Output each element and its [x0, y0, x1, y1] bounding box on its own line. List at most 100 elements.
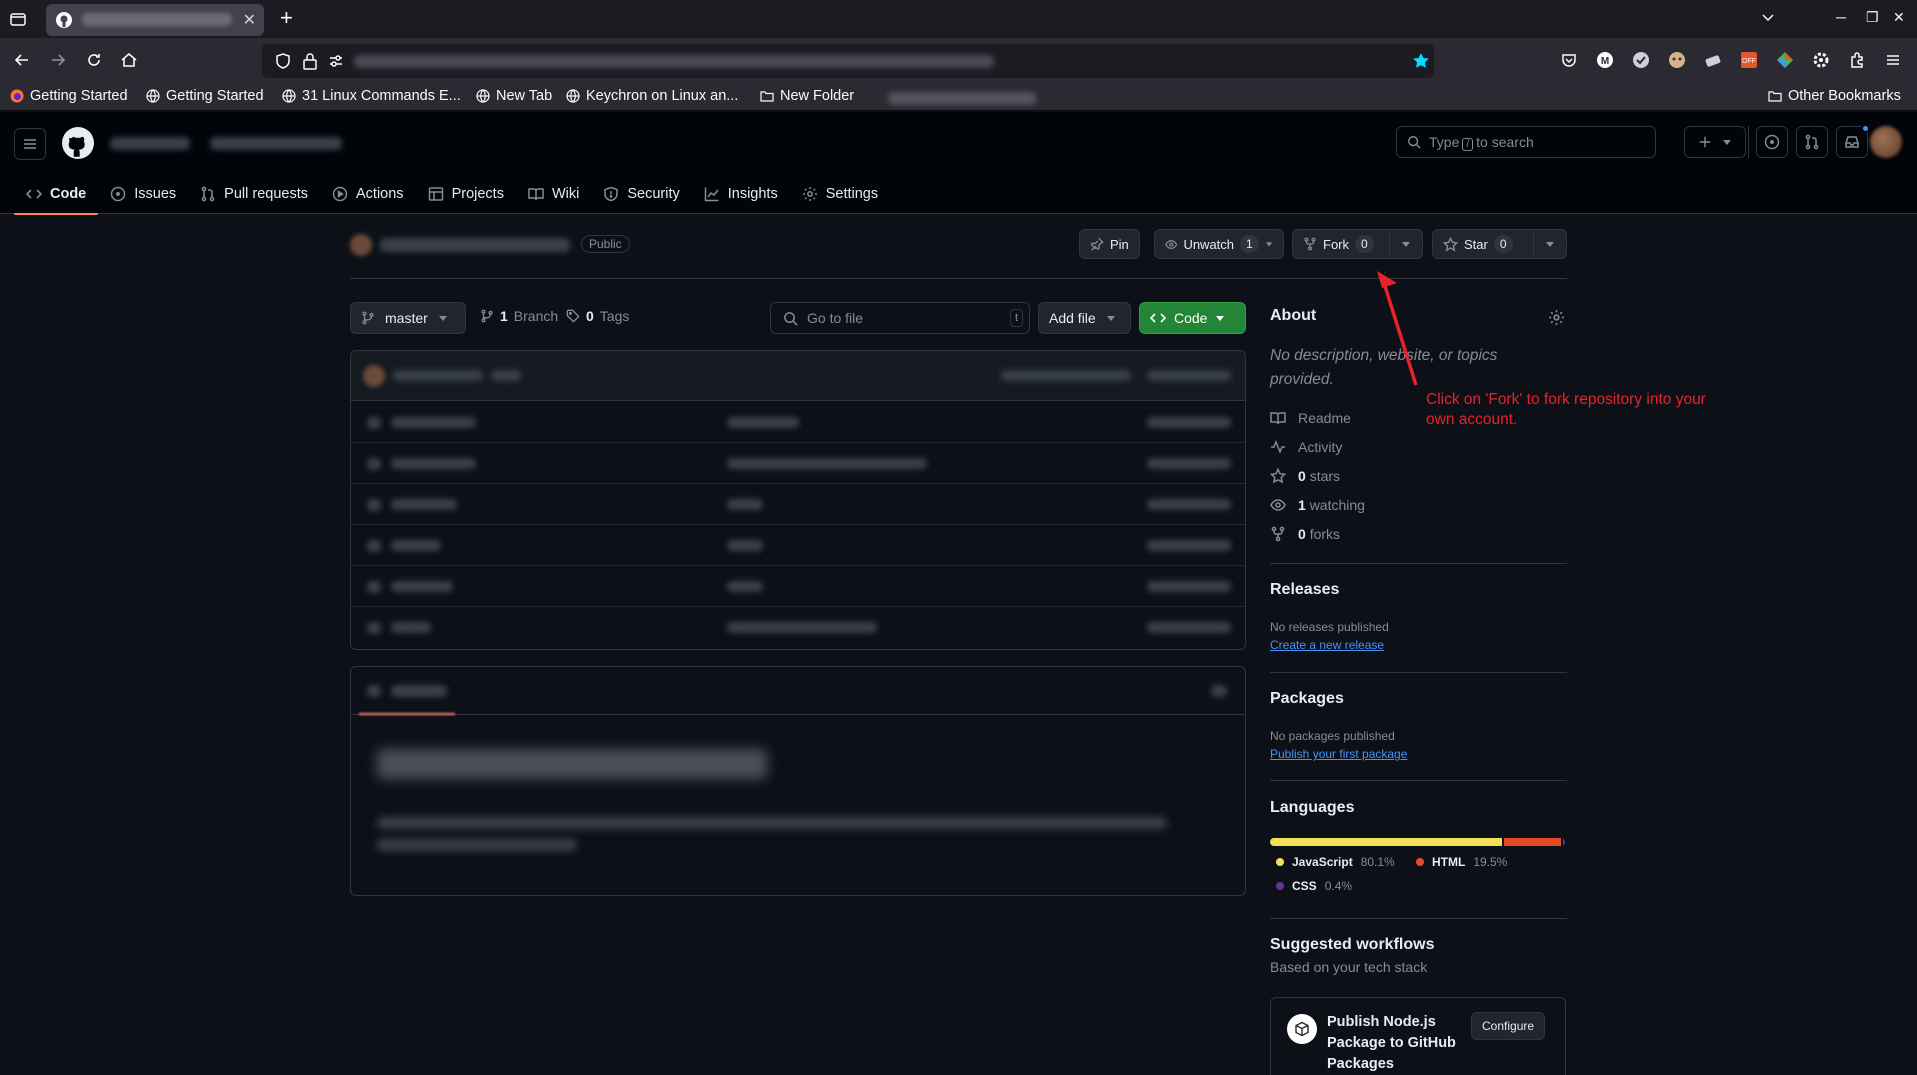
repo-title-redacted	[380, 238, 570, 252]
create-release-link[interactable]: Create a new release	[1270, 638, 1384, 652]
table-row[interactable]	[351, 443, 1245, 484]
activity-link[interactable]: Activity	[1270, 439, 1342, 455]
tab-wiki[interactable]: Wiki	[516, 174, 591, 214]
tab-pull-requests[interactable]: Pull requests	[188, 174, 320, 214]
tab-security[interactable]: Security	[591, 174, 691, 214]
commit-message-redacted	[491, 370, 521, 381]
create-new-button[interactable]	[1684, 126, 1746, 158]
fork-button[interactable]: Fork 0	[1292, 229, 1390, 259]
global-menu-button[interactable]	[14, 128, 46, 160]
issues-button[interactable]	[1756, 126, 1788, 158]
pull-requests-button[interactable]	[1796, 126, 1828, 158]
tab-insights[interactable]: Insights	[692, 174, 790, 214]
star-dropdown-button[interactable]	[1533, 229, 1567, 259]
tab-overflow-chevron-icon[interactable]	[1760, 9, 1776, 25]
unwatch-button[interactable]: Unwatch 1	[1154, 229, 1284, 259]
extension-m-icon[interactable]: M	[1596, 51, 1616, 71]
table-row[interactable]	[351, 607, 1245, 648]
go-to-file-input[interactable]: Go to file t	[770, 302, 1030, 334]
bookmark-item[interactable]: Keychron on Linux an...	[566, 88, 738, 104]
extension-gear-icon[interactable]	[1812, 51, 1832, 71]
code-button[interactable]: Code	[1139, 302, 1246, 334]
forks-link[interactable]: 0 forks	[1270, 526, 1340, 542]
menu-hamburger-icon[interactable]	[1884, 51, 1904, 71]
language-item[interactable]: JavaScript 80.1%	[1276, 855, 1395, 869]
tab-code[interactable]: Code	[14, 174, 99, 215]
table-row[interactable]	[351, 402, 1245, 443]
configure-button[interactable]: Configure	[1471, 1012, 1546, 1040]
extension-color-icon[interactable]	[1776, 51, 1796, 71]
home-icon[interactable]	[119, 50, 141, 72]
triangle-down-icon	[1723, 140, 1731, 145]
bookmark-item[interactable]: Getting Started	[146, 88, 264, 104]
watching-link[interactable]: 1 watching	[1270, 497, 1365, 513]
pin-button[interactable]: Pin	[1079, 229, 1140, 259]
bookmark-item[interactable]: 31 Linux Commands E...	[282, 88, 461, 104]
language-bar-segment	[1504, 838, 1561, 846]
fork-dropdown-button[interactable]	[1389, 229, 1423, 259]
extension-off-icon[interactable]: OFF	[1740, 51, 1760, 71]
browser-tab-active[interactable]: ✕	[46, 4, 264, 36]
tab-projects[interactable]: Projects	[416, 174, 516, 214]
tab-issues[interactable]: Issues	[98, 174, 188, 214]
tab-list-icon[interactable]	[8, 9, 28, 29]
bookmark-item[interactable]: Getting Started	[10, 88, 128, 104]
tags-link[interactable]: 0 Tags	[566, 308, 629, 324]
close-tab-icon[interactable]: ✕	[243, 10, 256, 30]
packages-heading[interactable]: Packages	[1270, 690, 1344, 708]
inbox-button[interactable]	[1836, 124, 1870, 158]
releases-heading[interactable]: Releases	[1270, 581, 1339, 599]
extension-eraser-icon[interactable]	[1704, 51, 1724, 71]
branch-select-button[interactable]: master	[350, 302, 466, 334]
new-tab-button[interactable]: +	[280, 7, 293, 29]
other-bookmarks-folder[interactable]: Other Bookmarks	[1768, 88, 1901, 104]
tracking-shield-icon[interactable]	[274, 52, 292, 70]
repo-forked-icon	[1304, 237, 1316, 251]
github-logo-icon[interactable]	[62, 127, 94, 159]
publish-package-link[interactable]: Publish your first package	[1270, 747, 1407, 761]
reload-icon[interactable]	[84, 50, 106, 72]
search-input[interactable]: Type / to search	[1396, 126, 1656, 158]
address-bar[interactable]	[262, 44, 1434, 78]
table-row[interactable]	[351, 484, 1245, 525]
minimize-window-icon[interactable]: ─	[1836, 9, 1846, 25]
bookmark-folder[interactable]: New Folder	[760, 88, 854, 104]
star-button[interactable]: Star 0	[1432, 229, 1534, 259]
tab-settings[interactable]: Settings	[790, 174, 890, 214]
language-percent: 19.5%	[1473, 855, 1508, 869]
book-icon	[1270, 412, 1286, 425]
stars-link[interactable]: 0 stars	[1270, 468, 1340, 484]
table-row[interactable]	[351, 525, 1245, 566]
about-settings-gear-icon[interactable]	[1548, 309, 1565, 326]
language-item[interactable]: CSS 0.4%	[1276, 879, 1352, 893]
lock-icon[interactable]	[302, 52, 318, 70]
table-row[interactable]	[351, 566, 1245, 607]
pocket-icon[interactable]	[1560, 51, 1580, 71]
eye-icon	[1165, 239, 1178, 249]
inbox-icon	[1845, 136, 1859, 148]
restore-window-icon[interactable]: ❐	[1866, 9, 1879, 26]
forward-arrow-icon[interactable]	[48, 50, 70, 72]
extension-check-icon[interactable]	[1632, 51, 1652, 71]
latest-commit-header	[351, 351, 1245, 401]
permissions-icon[interactable]	[328, 53, 344, 69]
language-item[interactable]: HTML 19.5%	[1416, 855, 1507, 869]
bookmark-star-icon[interactable]	[1412, 52, 1430, 70]
tab-actions[interactable]: Actions	[320, 174, 416, 214]
graph-icon	[704, 187, 719, 202]
extension-face-icon[interactable]	[1668, 51, 1688, 71]
readme-link[interactable]: Readme	[1270, 410, 1351, 426]
tab-title-redacted	[82, 13, 232, 26]
globe-icon	[146, 89, 160, 103]
annotation-arrow-icon	[1377, 271, 1418, 386]
back-arrow-icon[interactable]	[12, 50, 34, 72]
extensions-puzzle-icon[interactable]	[1848, 51, 1868, 71]
add-file-button[interactable]: Add file	[1038, 302, 1131, 334]
bookmark-item[interactable]: New Tab	[476, 88, 552, 104]
close-window-icon[interactable]: ✕	[1893, 9, 1905, 26]
avatar[interactable]	[1870, 126, 1902, 158]
branches-link[interactable]: 1 Branch	[480, 308, 558, 324]
git-branch-icon	[481, 309, 493, 323]
fork-count: 0	[1355, 235, 1374, 253]
language-name: CSS	[1292, 879, 1317, 893]
